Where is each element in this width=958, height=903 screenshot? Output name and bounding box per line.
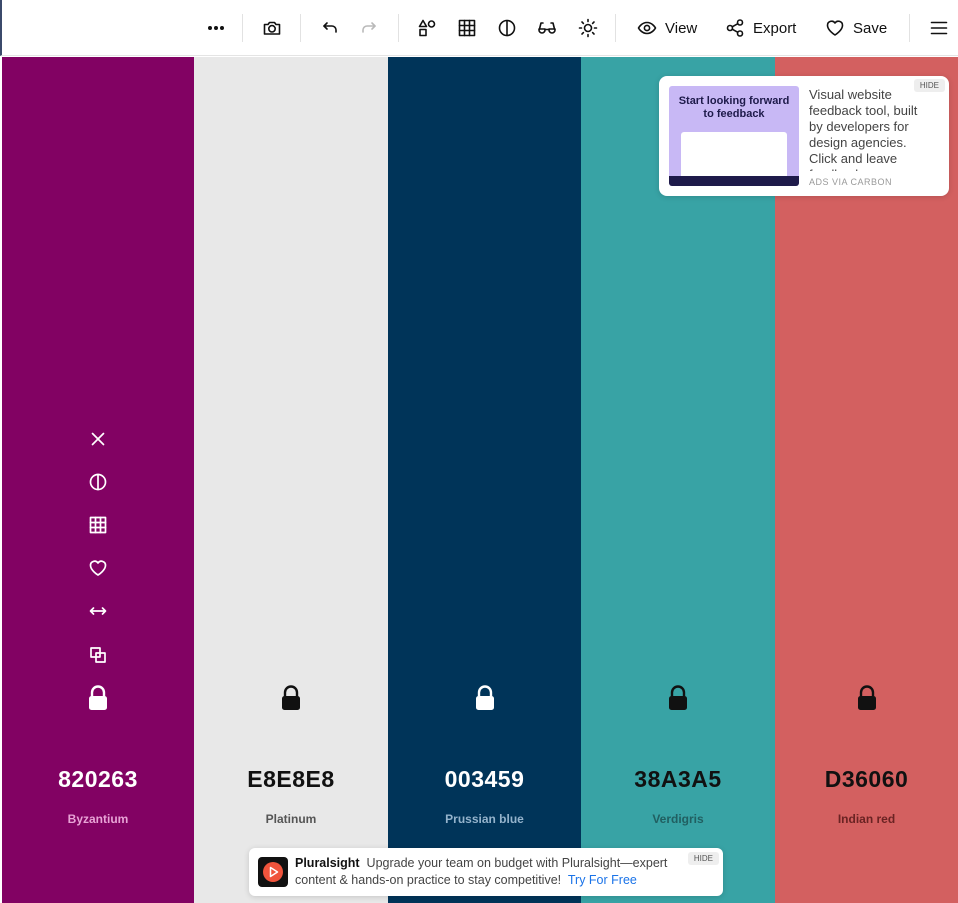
shapes-button[interactable]	[415, 14, 439, 42]
color-name[interactable]: Byzantium	[2, 812, 194, 826]
remove-color-button[interactable]	[86, 427, 110, 451]
undo-button[interactable]	[317, 14, 341, 42]
try-for-free-link[interactable]: Try For Free	[568, 873, 637, 887]
lock-icon[interactable]	[473, 685, 497, 711]
ad-hide-button[interactable]: HIDE	[913, 79, 945, 92]
ad-via-label[interactable]: ADS VIA CARBON	[809, 177, 892, 187]
contrast-icon	[498, 19, 516, 37]
toolbar-divider	[242, 14, 243, 42]
toolbar: View Export Save	[0, 0, 958, 56]
sponsor-brand: Pluralsight	[295, 856, 360, 870]
sponsor-hide-button[interactable]: HIDE	[687, 852, 719, 865]
toolbar-divider	[615, 14, 616, 42]
color-hex-code[interactable]: E8E8E8	[194, 766, 388, 793]
sponsor-banner[interactable]: Pluralsight Upgrade your team on budget …	[249, 848, 723, 896]
color-column[interactable]: E8E8E8 Platinum	[194, 57, 388, 903]
view-button[interactable]: View	[637, 14, 697, 42]
save-color-button[interactable]	[86, 556, 110, 580]
contrast-check-button[interactable]	[86, 470, 110, 494]
color-column[interactable]: 003459 Prussian blue	[388, 57, 581, 903]
eye-icon	[637, 21, 657, 35]
ad-image-screenshot	[681, 132, 787, 182]
heart-icon	[826, 20, 844, 36]
redo-icon	[362, 22, 376, 33]
copy-icon	[90, 647, 106, 663]
more-options-button[interactable]	[204, 14, 228, 42]
ad-image[interactable]: Start looking forward to feedback	[669, 86, 799, 186]
lock-icon[interactable]	[855, 685, 879, 711]
color-name[interactable]: Verdigris	[581, 812, 775, 826]
view-shades-button[interactable]	[86, 513, 110, 537]
view-label: View	[665, 19, 698, 37]
toolbar-divider	[300, 14, 301, 42]
ad-image-title: Start looking forward to feedback	[678, 95, 790, 120]
color-hex-code[interactable]: 38A3A5	[581, 766, 775, 793]
undo-icon	[323, 22, 337, 33]
shapes-icon	[418, 19, 436, 37]
grid-icon	[458, 19, 476, 37]
drag-color-button[interactable]	[86, 599, 110, 623]
color-blindness-button[interactable]	[535, 14, 559, 42]
shades-grid-icon	[89, 516, 107, 534]
sun-icon	[578, 18, 598, 38]
brightness-button[interactable]	[576, 14, 600, 42]
ad-text[interactable]: Visual website feedback tool, built by d…	[809, 87, 919, 171]
color-hex-code[interactable]: 820263	[2, 766, 194, 793]
export-label: Export	[753, 19, 797, 37]
lock-icon[interactable]	[279, 685, 303, 711]
screenshot-button[interactable]	[260, 14, 284, 42]
pluralsight-logo	[258, 857, 288, 887]
close-icon	[91, 432, 105, 446]
export-button[interactable]: Export	[725, 14, 796, 42]
grid-view-button[interactable]	[455, 14, 479, 42]
lock-icon[interactable]	[666, 685, 690, 711]
redo-button[interactable]	[358, 14, 382, 42]
color-name[interactable]: Prussian blue	[388, 812, 581, 826]
play-logo-icon	[263, 862, 283, 882]
camera-icon	[263, 21, 281, 35]
hamburger-menu-icon	[930, 21, 948, 35]
share-icon	[726, 19, 744, 37]
drag-arrows-icon	[89, 607, 107, 615]
toolbar-divider	[398, 14, 399, 42]
lock-icon[interactable]	[86, 685, 110, 711]
save-button[interactable]: Save	[825, 14, 887, 42]
more-icon	[207, 26, 225, 31]
ad-image-band	[669, 176, 799, 186]
color-name[interactable]: Indian red	[775, 812, 958, 826]
save-label: Save	[853, 19, 888, 37]
sponsor-message: Pluralsight Upgrade your team on budget …	[295, 855, 685, 889]
color-name[interactable]: Platinum	[194, 812, 388, 826]
menu-button[interactable]	[927, 14, 951, 42]
copy-hex-button[interactable]	[86, 643, 110, 667]
toolbar-divider	[909, 14, 910, 42]
heart-icon	[89, 560, 107, 576]
contrast-button[interactable]	[495, 14, 519, 42]
color-hex-code[interactable]: 003459	[388, 766, 581, 793]
carbon-ad[interactable]: Start looking forward to feedback Visual…	[659, 76, 949, 196]
glasses-icon	[538, 22, 556, 34]
color-hex-code[interactable]: D36060	[775, 766, 958, 793]
color-column[interactable]: 820263 Byzantium	[2, 57, 194, 903]
contrast-icon	[89, 473, 107, 491]
